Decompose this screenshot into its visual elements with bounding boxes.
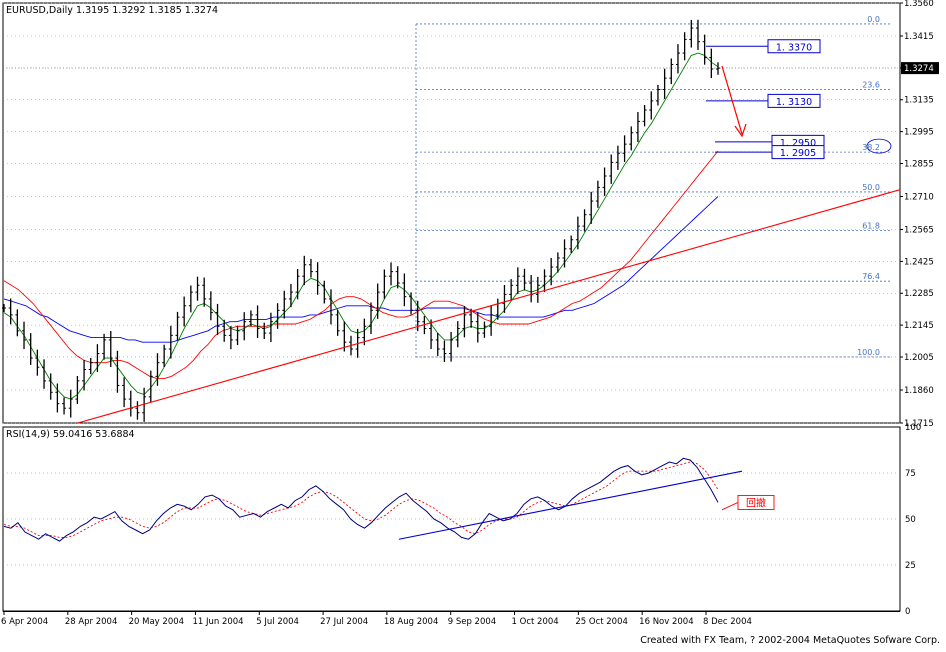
x-axis-ticks: 6 Apr 2004 28 Apr 2004 20 May 2004 11 Jun 2…: [1, 611, 752, 627]
price-tick-label: 1.2145: [904, 321, 934, 331]
rsi-tick-label: 50: [905, 515, 916, 525]
price-trendline: [77, 189, 901, 424]
chart-window: 0.0 23.6 38.2 50.0 61.8 76.4 100.0 1. 3370 1. 3…: [0, 0, 946, 648]
price-tick-label: 1.2995: [904, 128, 934, 138]
price-tick-label: 1.2425: [904, 257, 934, 267]
footer-credit: Created with FX Team, ? 2002-2004 MetaQu…: [640, 635, 940, 646]
ma-slow-line: [3, 196, 719, 343]
price-tick-label: 1.3560: [904, 0, 934, 9]
last-price-label: 1.3274: [904, 64, 934, 74]
fib-label: 76.4: [862, 272, 880, 281]
price-y-axis: 1.35601.34151.32751.31351.29951.28551.27…: [900, 0, 939, 429]
x-tick-label: 9 Sep 2004: [448, 617, 496, 627]
rsi-line: [3, 457, 719, 542]
ohlc-label: 1.3195 1.3292 1.3185 1.3274: [76, 5, 218, 16]
x-tick-label: 8 Dec 2004: [703, 617, 752, 627]
trendline-group: [77, 189, 901, 424]
fib-label: 61.8: [862, 222, 880, 231]
rsi-plot: 回撤: [3, 457, 900, 566]
fibonacci-levels: 0.0 23.6 38.2 50.0 61.8 76.4 100.0: [415, 15, 892, 358]
rsi-tick-label: 75: [905, 469, 916, 479]
annotation-label: 1. 2905: [780, 148, 816, 159]
price-tick-label: 1.2285: [904, 289, 934, 299]
x-tick-label: 25 Oct 2004: [575, 617, 628, 627]
fib-label: 100.0: [857, 348, 880, 357]
price-annotations: 1. 33701. 31301. 29501. 2905: [706, 39, 892, 160]
x-tick-label: 18 Aug 2004: [384, 617, 438, 627]
x-tick-label: 6 Apr 2004: [1, 617, 48, 627]
rsi-tick-label: 100: [905, 423, 921, 433]
rsi-y-axis: 100 75 50 25 0: [905, 423, 921, 617]
rsi-values-label: 59.0416 53.6884: [53, 429, 135, 440]
rsi-annotation-label: 回撤: [746, 496, 766, 509]
chart-canvas: 0.0 23.6 38.2 50.0 61.8 76.4 100.0 1. 3370 1. 3…: [1, 0, 940, 646]
x-tick-label: 11 Jun 2004: [192, 617, 243, 627]
price-tick-label: 1.3135: [904, 96, 934, 106]
x-axis-line: [3, 611, 900, 612]
rsi-label: RSI(14,9): [6, 429, 50, 440]
price-tick-label: 1.2710: [904, 192, 934, 202]
annotation-label: 1. 3130: [776, 97, 812, 108]
fib-label: 50.0: [862, 183, 880, 192]
price-tick-label: 1.2005: [904, 353, 934, 363]
price-tick-label: 1.2855: [904, 159, 934, 169]
price-tick-label: 1.1860: [904, 386, 934, 396]
annotation-label: 1. 3370: [776, 42, 812, 53]
rsi-trendline: [398, 470, 743, 540]
x-tick-label: 1 Oct 2004: [512, 617, 559, 627]
symbol-label: EURUSD,Daily: [6, 5, 73, 16]
rsi-annotation-leader: [721, 502, 739, 511]
x-tick-label: 27 Jul 2004: [320, 617, 368, 627]
x-tick-label: 20 May 2004: [129, 617, 184, 627]
fib-label: 38.2: [862, 143, 880, 152]
rsi-tick-label: 0: [905, 607, 910, 617]
price-tick-label: 1.2565: [904, 226, 934, 236]
x-tick-label: 16 Nov 2004: [639, 617, 693, 627]
price-tick-label: 1.3415: [904, 32, 934, 42]
x-tick-label: 28 Apr 2004: [65, 617, 118, 627]
fib-label: 23.6: [862, 81, 880, 90]
x-tick-label: 5 Jul 2004: [256, 617, 299, 627]
fib-label: 0.0: [867, 15, 880, 24]
rsi-tick-label: 25: [905, 561, 916, 571]
